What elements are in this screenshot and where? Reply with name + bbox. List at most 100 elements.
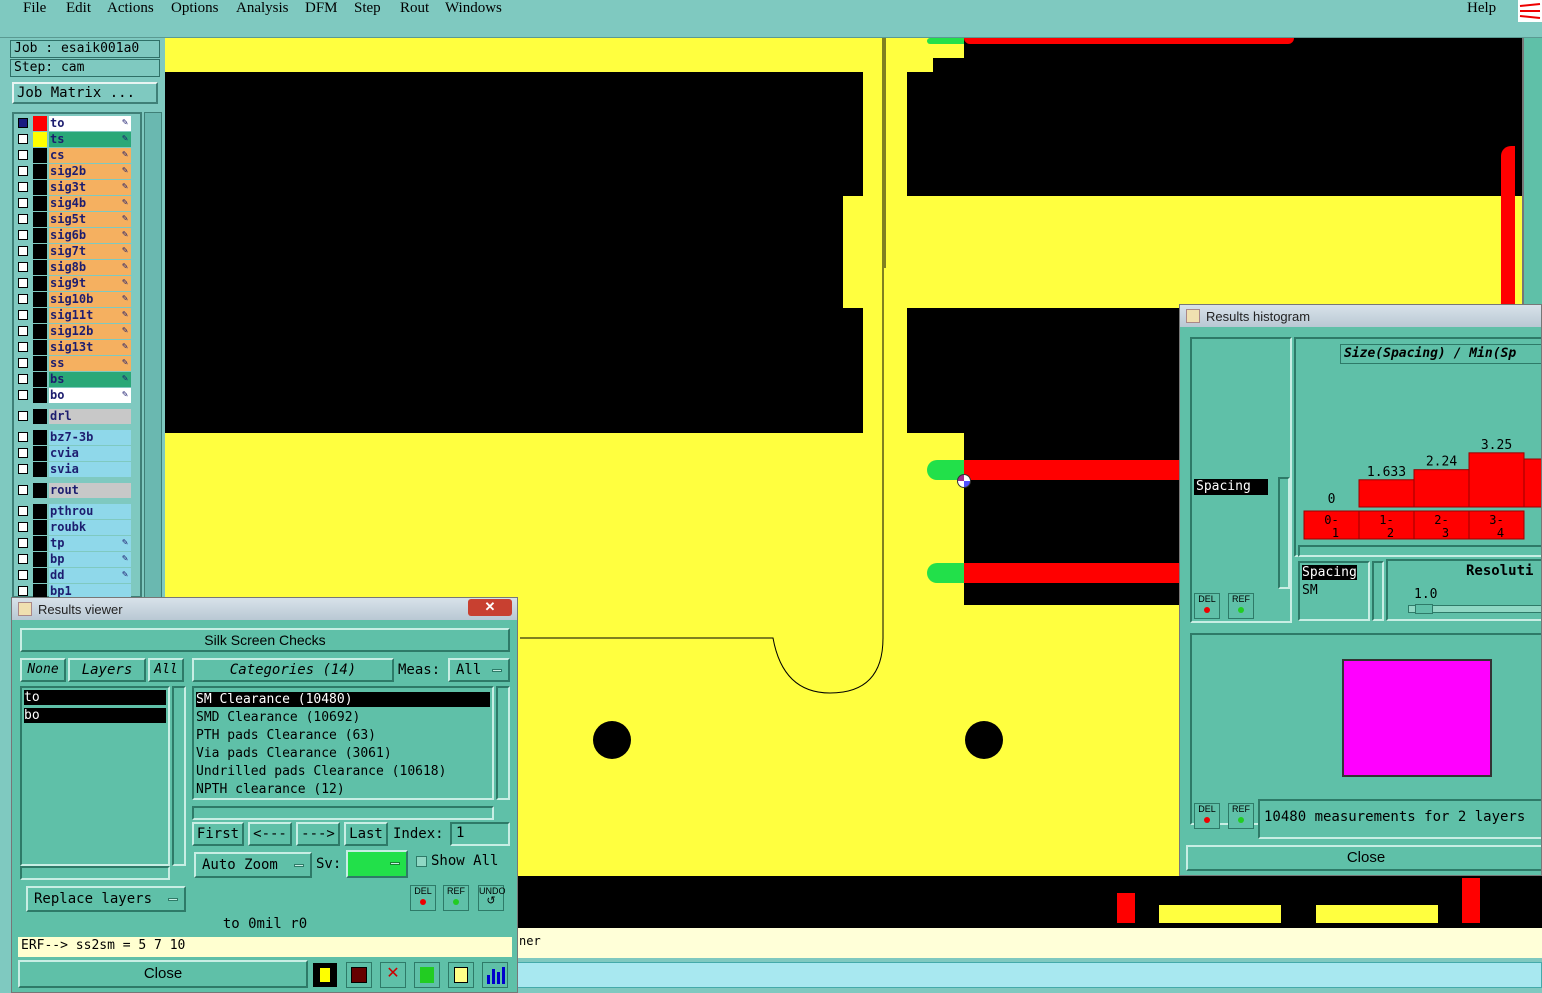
layer-list-scrollbar[interactable] [144,112,162,598]
menu-windows[interactable]: Windows [445,0,502,17]
menu-help[interactable]: Help [1467,0,1496,17]
layer-color-swatch[interactable] [33,180,47,195]
layer-checkbox[interactable] [18,586,28,596]
compare-icon[interactable] [414,962,440,988]
layer-checkbox[interactable] [18,432,28,442]
layer-color-swatch[interactable] [33,462,47,477]
command-line[interactable] [515,962,1542,988]
layer-color-swatch[interactable] [33,292,47,307]
layer-checkbox[interactable] [18,554,28,564]
layer-checkbox[interactable] [18,246,28,256]
slider-handle[interactable] [1415,604,1433,614]
layer-checkbox[interactable] [18,182,28,192]
layer-checkbox[interactable] [18,358,28,368]
layer-color-swatch[interactable] [33,116,47,131]
layer-color-swatch[interactable] [33,244,47,259]
layer-color-swatch[interactable] [33,536,47,551]
meas-dropdown[interactable]: All [448,658,510,682]
layer-name[interactable]: rout [49,483,131,498]
layer-row-tp[interactable]: tp ✎ [16,536,132,551]
layer-checkbox[interactable] [18,310,28,320]
layer-color-swatch[interactable] [33,260,47,275]
layer-name[interactable]: drl [49,409,131,424]
layer-name[interactable]: sig4b ✎ [49,196,131,211]
layer-color-swatch[interactable] [33,228,47,243]
measure-list[interactable]: Spacing SM [1298,561,1370,621]
list-item[interactable]: to [24,690,166,705]
layer-color-swatch[interactable] [33,212,47,227]
layer-checkbox[interactable] [18,538,28,548]
menu-file[interactable]: File [23,0,46,17]
results-viewer-titlebar[interactable]: Results viewer ✕ [12,598,517,620]
list-item[interactable]: Via pads Clearance (3061) [196,746,392,761]
layer-name[interactable]: to ✎ [49,116,131,131]
list-item[interactable]: SMD Clearance (10692) [196,710,360,725]
histogram-hscrollbar[interactable] [1298,545,1541,557]
layer-name[interactable]: ss ✎ [49,356,131,371]
layer-color-swatch[interactable] [33,196,47,211]
layer-checkbox[interactable] [18,214,28,224]
graphic-toolbar-icon[interactable] [1518,0,1542,22]
show-all-checkbox[interactable] [416,856,427,867]
layer-row-bp[interactable]: bp ✎ [16,552,132,567]
categories-button[interactable]: Categories (14) [192,658,394,682]
layer-row-sig9t[interactable]: sig9t ✎ [16,276,132,291]
layer-color-swatch[interactable] [33,568,47,583]
measure-icon[interactable] [312,962,338,988]
layer-row-ts[interactable]: ts ✎ [16,132,132,147]
undo-button[interactable]: UNDO ↺ [478,885,506,911]
layer-row-sig11t[interactable]: sig11t ✎ [16,308,132,323]
layer-row-to[interactable]: to ✎ [16,116,132,131]
layer-color-swatch[interactable] [33,324,47,339]
none-button[interactable]: None [20,658,66,682]
all-button[interactable]: All [148,658,184,682]
layer-checkbox[interactable] [18,522,28,532]
layer-name[interactable]: sig11t ✎ [49,308,131,323]
auto-zoom-dropdown[interactable]: Auto Zoom [194,852,312,878]
layer-checkbox[interactable] [18,230,28,240]
layer-color-swatch[interactable] [33,164,47,179]
layer-row-sig13t[interactable]: sig13t ✎ [16,340,132,355]
resolution-slider[interactable] [1408,604,1541,614]
report-icon[interactable] [346,962,372,988]
menu-analysis[interactable]: Analysis [236,0,289,17]
layer-row-roubk[interactable]: roubk [16,520,132,535]
list-item[interactable]: SM [1302,583,1318,598]
layer-checkbox[interactable] [18,166,28,176]
job-matrix-button[interactable]: Job Matrix ... [12,82,158,104]
layer-color-swatch[interactable] [33,372,47,387]
menu-options[interactable]: Options [171,0,219,17]
layer-row-sig3t[interactable]: sig3t ✎ [16,180,132,195]
layer-color-swatch[interactable] [33,340,47,355]
layer-name[interactable]: bo ✎ [49,388,131,403]
layer-name[interactable]: sig6b ✎ [49,228,131,243]
layer-name[interactable]: sig8b ✎ [49,260,131,275]
layer-name[interactable]: sig2b ✎ [49,164,131,179]
layer-color-swatch[interactable] [33,483,47,498]
layer-name[interactable]: bs ✎ [49,372,131,387]
list-item[interactable]: PTH pads Clearance (63) [196,728,376,743]
layer-row-rout[interactable]: rout [16,483,132,498]
layer-row-sig5t[interactable]: sig5t ✎ [16,212,132,227]
layer-color-swatch[interactable] [33,148,47,163]
layer-checkbox[interactable] [18,134,28,144]
list-item[interactable]: bo [24,708,166,723]
layer-checkbox[interactable] [18,464,28,474]
layer-row-cs[interactable]: cs ✎ [16,148,132,163]
category-list-scrollbar[interactable] [496,686,510,800]
layer-name[interactable]: sig13t ✎ [49,340,131,355]
del-button[interactable]: DEL [1194,593,1220,619]
layer-color-swatch[interactable] [33,504,47,519]
measure-list-scrollbar[interactable] [1372,561,1384,621]
close-button[interactable]: Close [1186,845,1541,871]
layer-color-swatch[interactable] [33,520,47,535]
layer-list-hscrollbar[interactable] [20,866,170,880]
histogram-titlebar[interactable]: Results histogram [1180,305,1541,327]
layer-name[interactable]: sig12b ✎ [49,324,131,339]
layer-row-ss[interactable]: ss ✎ [16,356,132,371]
histogram-bar[interactable] [1468,452,1525,508]
layer-checkbox[interactable] [18,411,28,421]
layer-row-bz7-3b[interactable]: bz7-3b [16,430,132,445]
layer-color-swatch[interactable] [33,446,47,461]
ref-delete-icon[interactable]: ✕ [380,962,406,988]
